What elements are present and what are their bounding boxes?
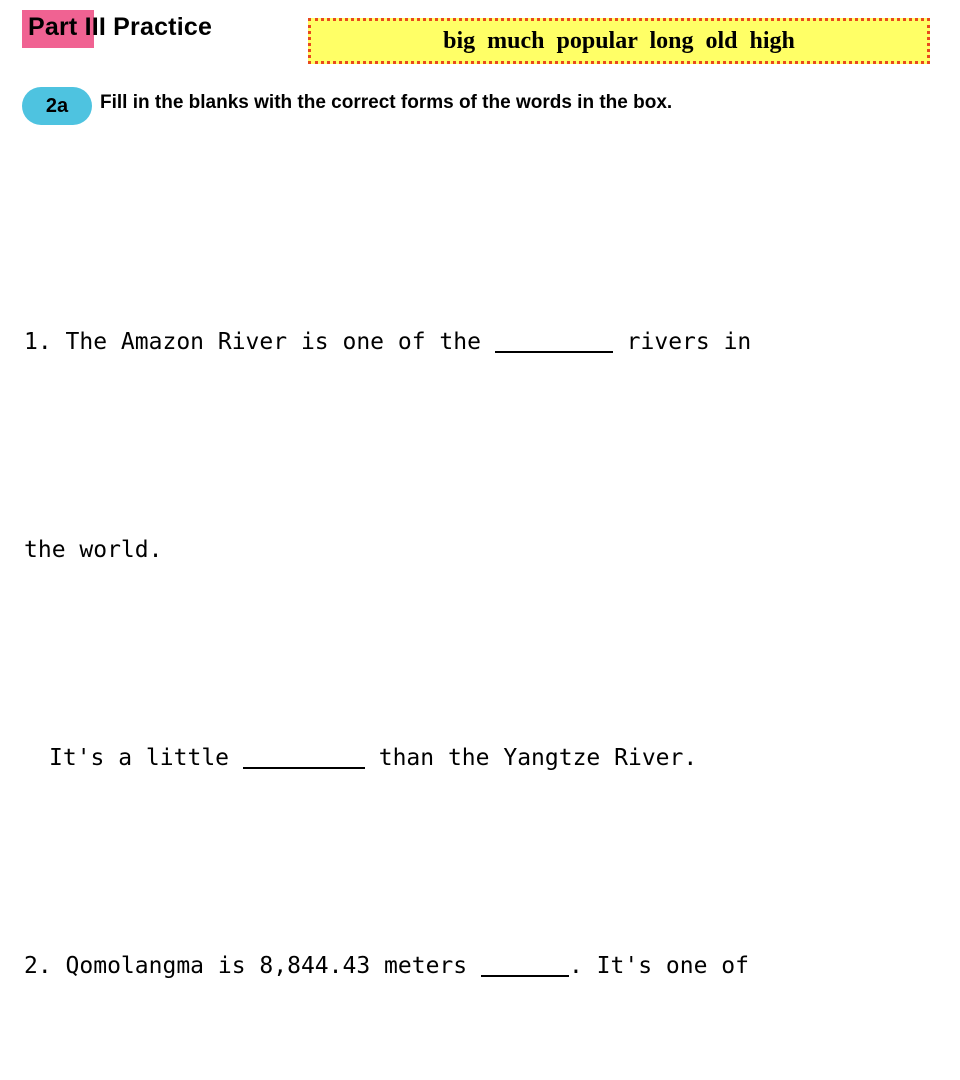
exercise-body: 1. The Amazon River is one of the rivers…	[24, 160, 960, 1080]
q1-text-line-2: the world.	[24, 537, 163, 563]
squiggly-underline-annotation	[471, 972, 849, 990]
question-1-line-2: the world.	[24, 524, 960, 576]
header: Part III Practice big much popular long …	[0, 0, 960, 76]
question-2-line-1: 2. Qomolangma is 8,844.43 meters . It's …	[24, 940, 960, 992]
word-box-words: big much popular long old high	[443, 27, 795, 54]
page-title: Part III Practice	[28, 13, 213, 41]
q1-text-part-2: rivers in	[612, 329, 752, 355]
q1-text-part-1: 1. The Amazon River is one of the	[24, 329, 495, 355]
instruction-row: 2a Fill in the blanks with the correct f…	[0, 82, 960, 128]
q1-text-part-3: It's a little	[49, 745, 243, 771]
answer-blank-2[interactable]	[242, 743, 365, 769]
question-1-line-3: It's a little than the Yangtze River.	[24, 732, 960, 784]
question-1-line-1: 1. The Amazon River is one of the rivers…	[24, 316, 960, 368]
exercise-number-label: 2a	[45, 94, 69, 117]
q2-text-part-1: 2. Qomolangma is 8,844.43 meters	[24, 953, 481, 979]
answer-blank-1[interactable]	[494, 327, 613, 353]
instruction-text: Fill in the blanks with the correct form…	[100, 92, 673, 113]
q1-text-part-4: than the Yangtze River.	[364, 745, 698, 771]
word-box: big much popular long old high	[308, 18, 930, 64]
